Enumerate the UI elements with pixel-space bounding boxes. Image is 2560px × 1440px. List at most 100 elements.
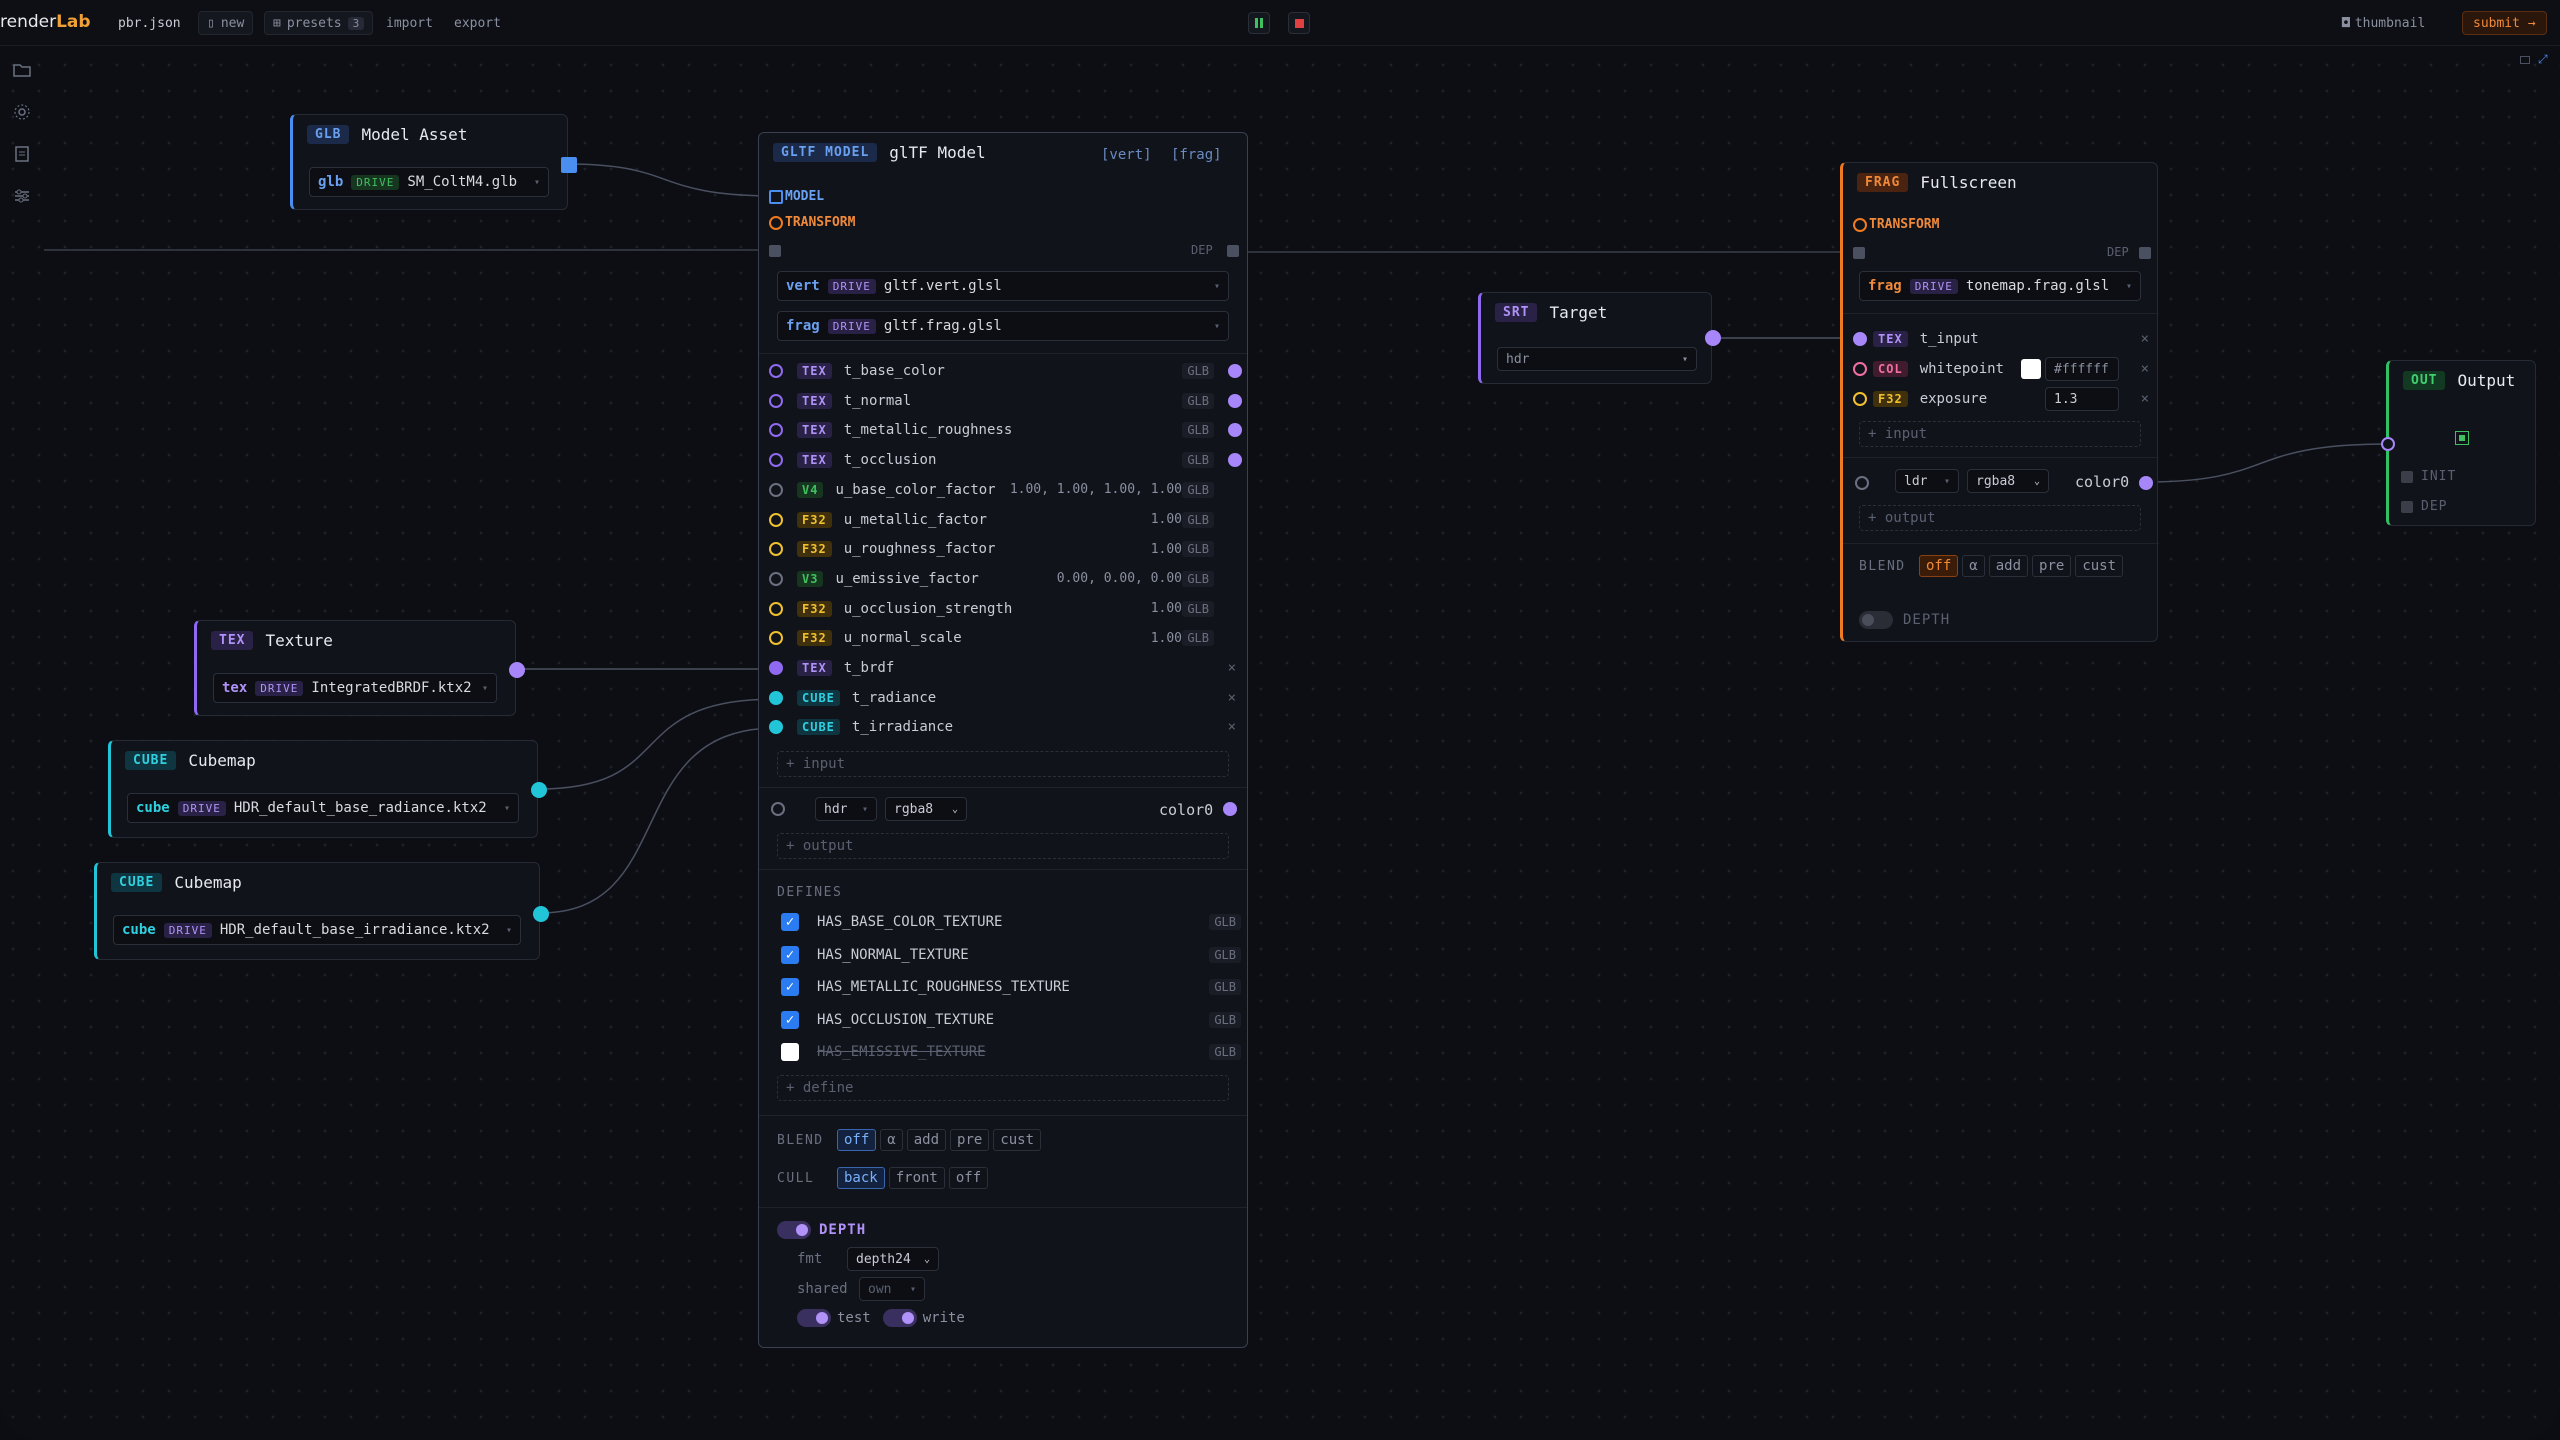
dep-output-port[interactable] [1227,245,1239,257]
option-4[interactable]: cust [2075,555,2124,577]
output-target-select[interactable]: hdr ▾ [815,797,877,821]
output-format-select[interactable]: rgba8 ⌄ [1967,469,2049,493]
input-row[interactable]: F32 u_normal_scale 1.00 GLB [769,626,1244,650]
output-ring[interactable] [1855,476,1869,490]
input-value[interactable]: 0.00, 0.00, 0.00 [1057,571,1182,586]
output-port[interactable] [1228,364,1242,378]
input-port[interactable] [769,601,783,616]
depth-format-select[interactable]: depth24 ⌄ [847,1247,939,1271]
node-output[interactable]: OUT Output INIT DEP [2381,360,2536,526]
output-port[interactable] [561,157,577,173]
input-port[interactable] [769,364,783,378]
input-port[interactable] [769,542,783,557]
remove-icon[interactable]: × [2141,331,2149,347]
file-select[interactable]: tex DRIVE IntegratedBRDF.ktx2 ▾ [213,673,497,703]
file-select[interactable]: cube DRIVE HDR_default_base_irradiance.ktx… [113,915,521,945]
input-port[interactable] [769,512,783,527]
input-row[interactable]: F32 u_occlusion_strength 1.00 GLB [769,597,1244,621]
depth-toggle[interactable] [777,1221,811,1239]
transform-input-port[interactable] [769,215,783,230]
input-row[interactable]: CUBE t_radiance × [769,686,1244,710]
output-port[interactable] [509,662,525,678]
option-2[interactable]: off [948,1167,989,1189]
input-port[interactable] [769,720,783,735]
output-port[interactable] [1228,453,1242,468]
input-value[interactable]: 1.00, 1.00, 1.00, 1.00 [1010,482,1182,497]
transform-input-port[interactable] [1853,217,1867,232]
node-fullscreen[interactable]: FRAG Fullscreen TRANSFORM DEP frag DRIVE to… [1840,162,2159,642]
output-target-select[interactable]: ldr ▾ [1895,469,1959,493]
vert-link[interactable]: [vert] [1101,147,1152,163]
define-checkbox[interactable]: ✓ [781,913,799,931]
add-output-button[interactable]: + output [1859,505,2141,531]
depth-test-toggle[interactable] [797,1309,831,1327]
define-row[interactable]: ✓ HAS_NORMAL_TEXTURE GLB [781,945,1241,964]
option-3[interactable]: pre [950,1129,990,1151]
option-2[interactable]: add [906,1129,947,1151]
input-row[interactable]: F32 exposure 1.3 × [1853,387,2153,411]
node-texture[interactable]: TEX Texture tex DRIVE IntegratedBRDF.ktx2 ▾ [194,620,525,716]
depth-toggle[interactable] [1859,611,1893,629]
output-port[interactable] [1705,330,1721,346]
add-define-button[interactable]: + define [777,1075,1229,1101]
model-port-row[interactable]: MODEL [769,189,824,204]
option-0[interactable]: off [837,1129,877,1151]
color-swatch[interactable] [2021,359,2041,379]
input-port[interactable] [769,661,783,675]
model-input-port[interactable] [769,189,783,204]
input-row[interactable]: COL whitepoint #ffffff × [1853,357,2153,381]
color-input[interactable]: #ffffff [2045,357,2119,381]
input-port[interactable] [769,631,783,646]
remove-icon[interactable]: × [2141,391,2149,407]
input-port[interactable] [2381,437,2395,451]
input-value[interactable]: 1.00 [1151,542,1182,557]
input-row[interactable]: TEX t_input × [1853,327,2153,351]
node-cubemap-radiance[interactable]: CUBE Cubemap cube DRIVE HDR_default_base_ra… [108,740,547,838]
color0-output-port[interactable] [1223,802,1237,816]
define-checkbox[interactable]: ✓ [781,1010,799,1029]
input-row[interactable]: TEX t_normal GLB [769,389,1244,413]
input-row[interactable]: TEX t_occlusion GLB [769,448,1244,472]
input-port[interactable] [769,690,783,705]
input-port[interactable] [769,423,783,438]
frag-shader-select[interactable]: frag DRIVE gltf.frag.glsl ▾ [777,311,1229,341]
input-value[interactable]: 1.00 [1151,512,1182,527]
add-input-button[interactable]: + input [1859,421,2141,447]
input-row[interactable]: V4 u_base_color_factor 1.00, 1.00, 1.00, 1… [769,478,1244,502]
exposure-input[interactable]: 1.3 [2045,387,2119,411]
preview-icon[interactable] [2455,431,2469,445]
define-checkbox[interactable]: ✓ [781,945,799,964]
option-0[interactable]: back [837,1167,885,1189]
transform-port-row[interactable]: TRANSFORM [1853,217,1939,232]
input-row[interactable]: CUBE t_irradiance × [769,715,1244,739]
input-port[interactable] [769,571,783,586]
input-row[interactable]: TEX t_metallic_roughness GLB [769,418,1244,442]
dep-input-port[interactable] [1853,247,1865,259]
remove-icon[interactable]: × [2141,361,2149,377]
define-row[interactable]: HAS_EMISSIVE_TEXTURE GLB [781,1043,1241,1061]
dep-output-port[interactable] [2139,247,2151,259]
input-port[interactable] [769,482,783,497]
color0-output-port[interactable] [2139,476,2153,490]
add-input-button[interactable]: + input [777,751,1229,777]
file-select[interactable]: cube DRIVE HDR_default_base_radiance.ktx2 ▾ [127,793,519,823]
output-port[interactable] [1228,423,1242,438]
option-2[interactable]: add [1988,555,2029,577]
option-3[interactable]: pre [2032,555,2072,577]
remove-icon[interactable]: × [1228,719,1236,735]
input-row[interactable]: TEX t_brdf × [769,656,1244,680]
input-value[interactable]: 1.00 [1151,601,1182,616]
option-1[interactable]: α [1962,555,1985,577]
init-port[interactable] [2401,470,2413,483]
input-port[interactable] [769,453,783,468]
target-format-input[interactable]: hdr ▾ [1497,347,1697,371]
shared-select[interactable]: own ▾ [859,1277,925,1301]
remove-icon[interactable]: × [1228,690,1236,706]
node-cubemap-irradiance[interactable]: CUBE Cubemap cube DRIVE HDR_default_base_ir… [94,862,549,960]
file-select[interactable]: glb DRIVE SM_ColtM4.glb ▾ [309,167,549,197]
output-port[interactable] [1228,393,1242,408]
option-1[interactable]: α [880,1129,903,1151]
define-checkbox[interactable] [781,1043,799,1061]
dep-port[interactable] [2401,500,2413,513]
define-row[interactable]: ✓ HAS_OCCLUSION_TEXTURE GLB [781,1010,1241,1029]
